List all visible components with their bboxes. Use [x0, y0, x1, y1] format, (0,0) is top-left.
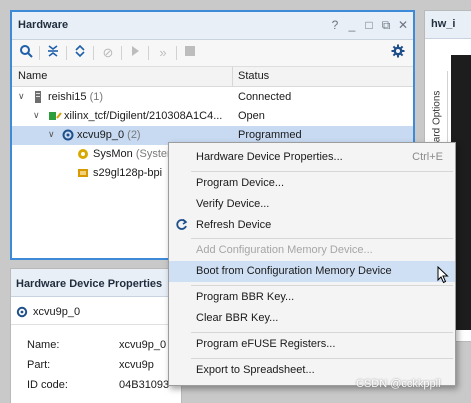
context-menu: Hardware Device Properties... Ctrl+E Pro… — [168, 142, 456, 386]
mouse-cursor-icon — [437, 265, 449, 287]
chevron-down-icon[interactable]: ∨ — [33, 110, 40, 121]
tree-row-count: (1) — [89, 91, 104, 103]
tree-row-count: (2) — [127, 129, 141, 141]
cable-icon — [48, 109, 62, 123]
menu-item-label: Refresh Device — [196, 219, 272, 231]
tree-row-status: Connected — [238, 91, 292, 103]
menu-item-program-efuse[interactable]: Program eFUSE Registers... — [169, 334, 455, 355]
gear-icon[interactable] — [388, 44, 408, 62]
property-key: Part: — [27, 359, 51, 371]
menu-item-verify-device[interactable]: Verify Device... — [169, 194, 455, 215]
run-icon[interactable] — [125, 44, 145, 62]
property-value: xcvu9p — [119, 359, 154, 371]
menu-item-program-device[interactable]: Program Device... — [169, 173, 455, 194]
disconnect-icon[interactable]: ⊘ — [98, 44, 118, 62]
tree-row-label: s29gl128p-bpi — [93, 167, 163, 179]
tree-row-status: Open — [238, 110, 265, 122]
property-key: ID code: — [27, 379, 68, 391]
tree-row-target[interactable]: ∨ xilinx_tcf/Digilent/210308A1C4... Open — [12, 107, 413, 126]
right-panel-title[interactable]: hw_i — [431, 18, 455, 30]
menu-item-program-bbr-key[interactable]: Program BBR Key... — [169, 287, 455, 308]
search-icon[interactable] — [16, 44, 36, 62]
menu-item-label: Verify Device... — [196, 198, 270, 210]
watermark: CSDN @cckkppll — [356, 378, 441, 390]
close-button[interactable]: ✕ — [396, 17, 410, 33]
menu-item-clear-bbr-key[interactable]: Clear BBR Key... — [169, 308, 455, 329]
menu-item-device-properties[interactable]: Hardware Device Properties... Ctrl+E — [169, 147, 455, 168]
property-value: 04B31093 — [119, 379, 170, 391]
float-button[interactable]: ⧉ — [379, 17, 393, 33]
device-properties-panel: Hardware Device Properties xcvu9p_0 Name… — [10, 268, 182, 403]
menu-item-add-config-memory[interactable]: Add Configuration Memory Device... — [169, 240, 455, 261]
tree-row-server[interactable]: ∨ reishi15 (1) Connected — [12, 88, 413, 107]
tree-row-label: SysMon — [93, 148, 133, 160]
run-all-icon[interactable]: » — [153, 44, 173, 62]
memory-device-icon — [76, 166, 88, 180]
menu-item-label: Clear BBR Key... — [196, 312, 279, 324]
expand-all-icon[interactable] — [70, 44, 90, 62]
restore-button[interactable]: □ — [362, 17, 376, 33]
tree-row-status: Programmed — [238, 129, 302, 141]
sysmon-icon — [76, 147, 88, 161]
tree-column-header: Name Status — [12, 67, 413, 87]
hardware-panel-header: Hardware ? _ □ ⧉ ✕ — [12, 12, 413, 40]
menu-item-label: Program Device... — [196, 177, 285, 189]
tree-row-label: xilinx_tcf/Digilent/210308A1C4... — [64, 110, 223, 122]
column-name-header[interactable]: Name — [18, 70, 47, 82]
collapse-all-icon[interactable] — [43, 44, 63, 62]
fpga-chip-icon — [62, 128, 74, 142]
right-panel-header: hw_i — [425, 11, 471, 39]
menu-item-refresh-device[interactable]: Refresh Device — [169, 215, 455, 236]
menu-item-label: Hardware Device Properties... — [196, 151, 343, 163]
stop-icon[interactable] — [180, 44, 200, 62]
menu-item-label: Boot from Configuration Memory Device — [196, 265, 392, 277]
minimize-button[interactable]: _ — [345, 17, 359, 33]
tree-row-label: xcvu9p_0 — [77, 129, 125, 141]
menu-item-label: Program eFUSE Registers... — [196, 338, 336, 350]
menu-item-shortcut: Ctrl+E — [412, 151, 443, 163]
device-properties-title: Hardware Device Properties — [16, 278, 163, 290]
refresh-icon — [175, 218, 188, 234]
chevron-down-icon[interactable]: ∨ — [48, 129, 55, 140]
server-icon — [33, 90, 45, 104]
help-button[interactable]: ? — [328, 17, 342, 33]
property-key: Name: — [27, 339, 60, 351]
fpga-chip-icon — [16, 306, 28, 321]
hardware-panel-title: Hardware — [18, 19, 69, 31]
menu-item-label: Export to Spreadsheet... — [196, 364, 315, 376]
device-properties-header: Hardware Device Properties — [11, 269, 181, 297]
menu-item-label: Program BBR Key... — [196, 291, 295, 303]
tree-row-label: reishi15 — [48, 91, 87, 103]
menu-item-label: Add Configuration Memory Device... — [196, 244, 373, 256]
property-value: xcvu9p_0 — [119, 339, 167, 351]
device-properties-device-name: xcvu9p_0 — [33, 306, 81, 318]
hardware-toolbar: ⊘ » — [12, 40, 413, 67]
chevron-down-icon[interactable]: ∨ — [18, 91, 25, 102]
menu-item-boot-from-config-memory[interactable]: Boot from Configuration Memory Device — [169, 261, 455, 282]
column-status-header[interactable]: Status — [238, 70, 269, 82]
